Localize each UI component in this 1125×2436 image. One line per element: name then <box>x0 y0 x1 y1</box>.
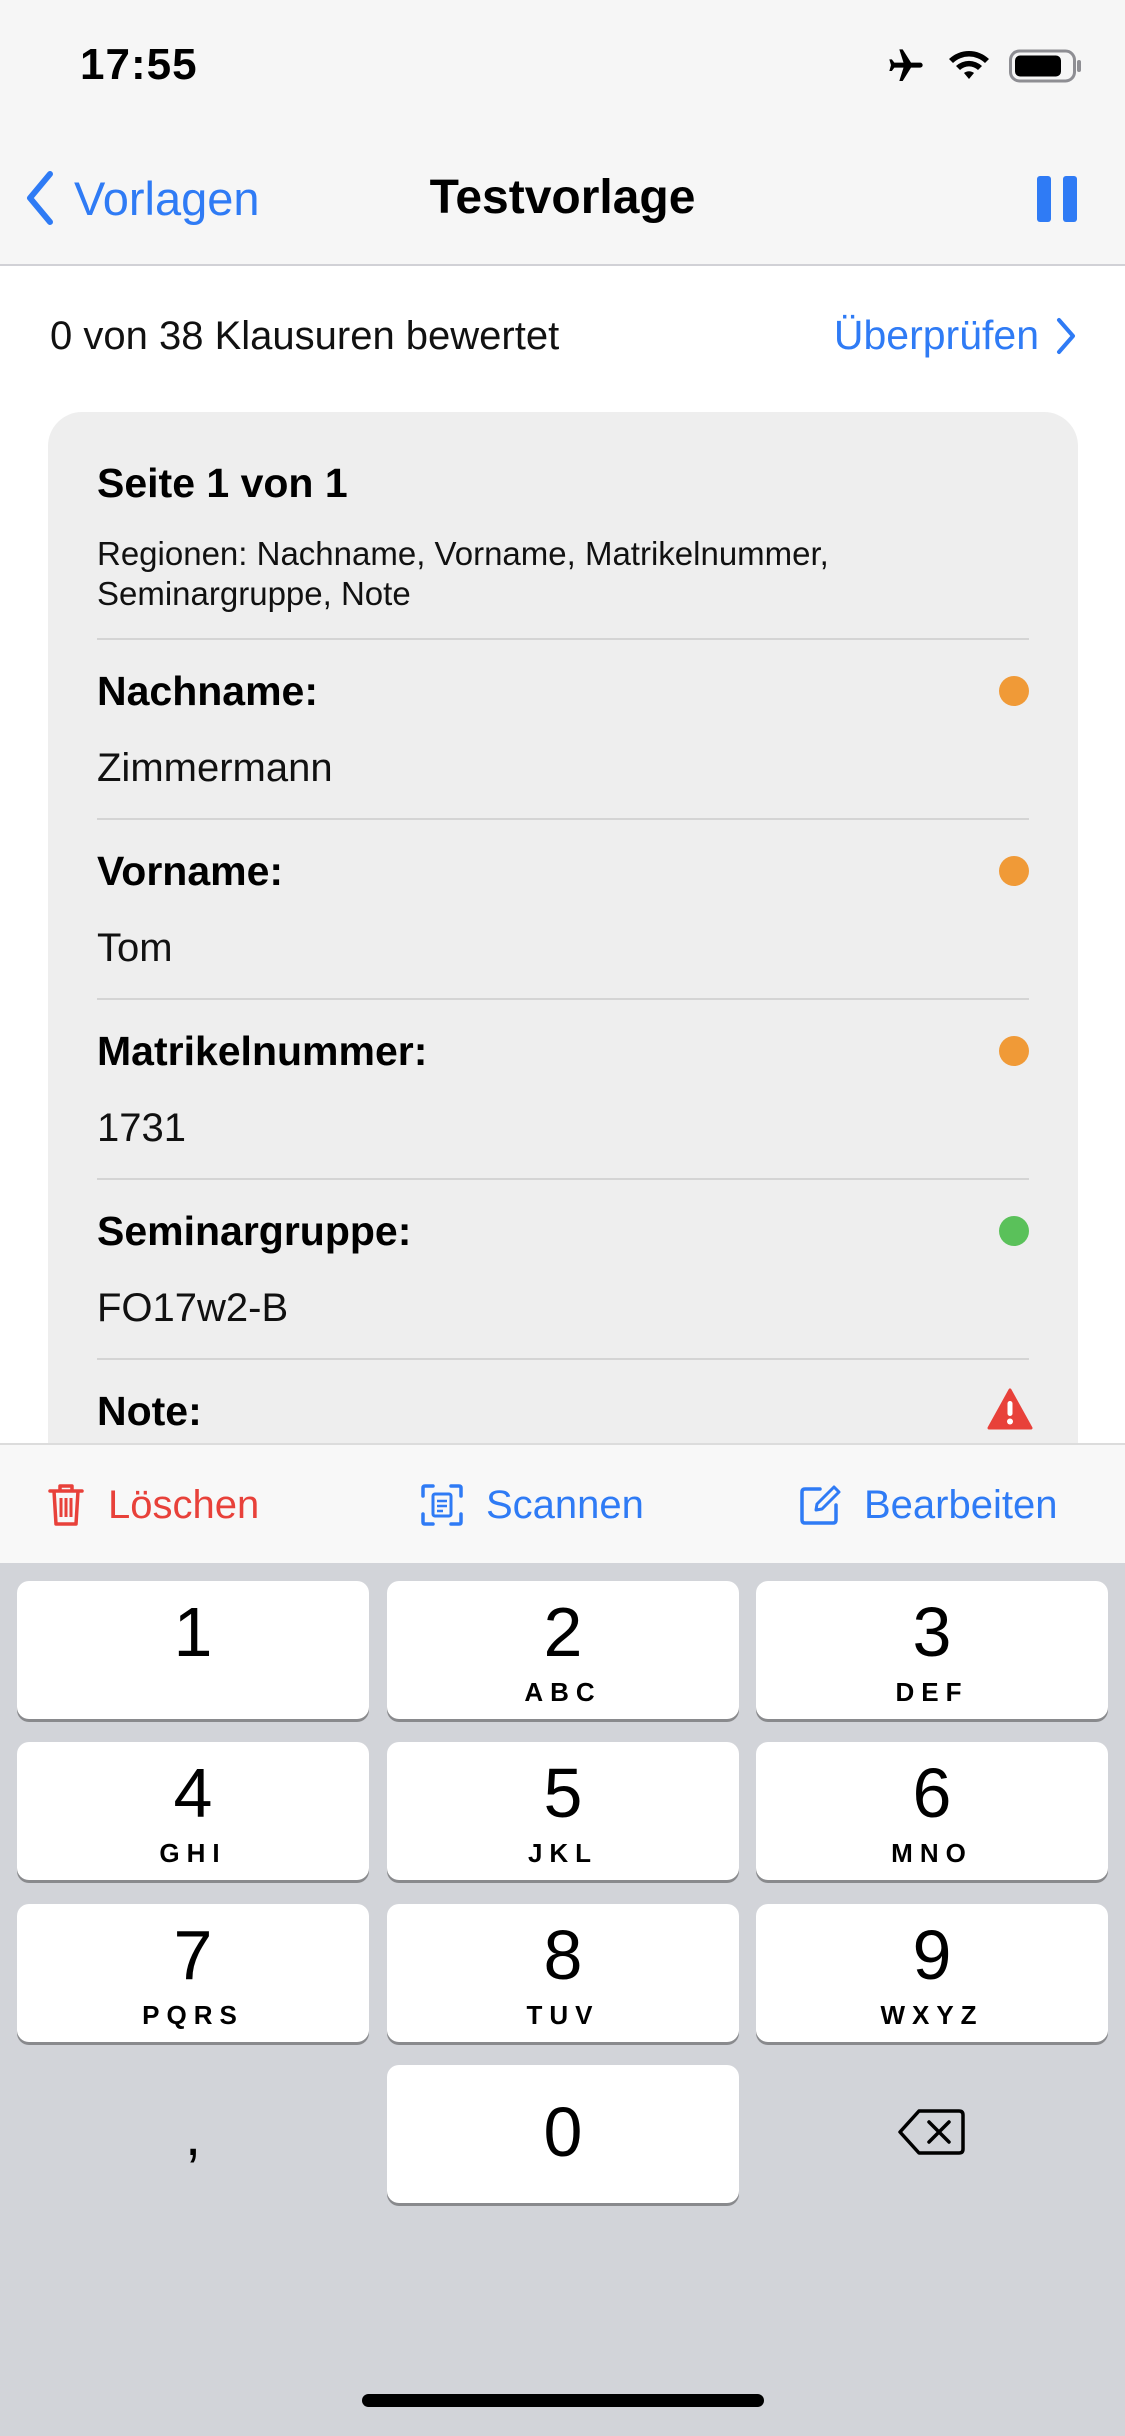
back-button[interactable]: Vorlagen <box>24 170 260 226</box>
field-label: Nachname: <box>97 668 319 714</box>
pause-icon <box>1037 176 1051 222</box>
review-label: Überprüfen <box>833 312 1039 358</box>
airplane-icon <box>889 49 923 81</box>
edit-icon <box>800 1485 841 1525</box>
field-value: Zimmermann <box>97 746 333 790</box>
key-6[interactable]: 6 MNO <box>756 1742 1108 1880</box>
field-seminargruppe[interactable]: Seminargruppe: FO17w2-B <box>97 1178 1029 1358</box>
status-dot-icon <box>999 676 1029 706</box>
page-card: Seite 1 von 1 Regionen: Nachname, Vornam… <box>48 412 1078 1512</box>
pause-button[interactable] <box>1037 176 1077 226</box>
scan-label: Scannen <box>486 1482 644 1527</box>
field-label: Matrikelnummer: <box>97 1028 428 1074</box>
action-toolbar: Löschen Scannen Bearbeiten <box>0 1443 1125 1563</box>
battery-icon <box>1009 49 1081 83</box>
status-time: 17:55 <box>80 40 198 89</box>
warning-icon <box>987 1388 1033 1430</box>
card-title: Seite 1 von 1 <box>97 460 348 506</box>
field-label: Vorname: <box>97 848 284 894</box>
field-value: Tom <box>97 926 173 970</box>
edit-label: Bearbeiten <box>864 1482 1058 1527</box>
delete-button[interactable]: Löschen <box>46 1445 259 1565</box>
chevron-right-icon <box>1057 317 1075 354</box>
key-3[interactable]: 3 DEF <box>756 1581 1108 1719</box>
edit-button[interactable]: Bearbeiten <box>798 1445 1057 1565</box>
status-dot-icon <box>999 856 1029 886</box>
scan-button[interactable]: Scannen <box>420 1445 644 1565</box>
trash-icon <box>48 1484 84 1526</box>
regions-text: Regionen: Nachname, Vorname, Matrikelnum… <box>97 535 829 612</box>
delete-label: Löschen <box>108 1482 260 1527</box>
key-1[interactable]: 1 <box>17 1581 369 1719</box>
key-8[interactable]: 8 TUV <box>387 1904 739 2042</box>
status-bar: 17:55 <box>0 0 1125 140</box>
number-keypad: 1 2 ABC 3 DEF 4 GHI 5 JKL 6 MNO 7 PQRS 8… <box>0 1563 1125 2436</box>
key-4[interactable]: 4 GHI <box>17 1742 369 1880</box>
status-icons <box>883 46 1083 86</box>
key-2[interactable]: 2 ABC <box>387 1581 739 1719</box>
navigation-bar: Vorlagen Testvorlage <box>0 140 1125 266</box>
backspace-key[interactable] <box>756 2065 1108 2203</box>
wifi-icon <box>949 51 989 79</box>
field-vorname[interactable]: Vorname: Tom <box>97 818 1029 998</box>
backspace-icon <box>898 2109 965 2155</box>
review-button[interactable]: Überprüfen <box>834 312 1077 359</box>
back-label: Vorlagen <box>74 171 260 225</box>
key-0[interactable]: 0 <box>387 2065 739 2203</box>
key-9[interactable]: 9 WXYZ <box>756 1904 1108 2042</box>
progress-row: 0 von 38 Klausuren bewertet Überprüfen <box>0 266 1125 411</box>
chevron-left-icon <box>27 171 53 225</box>
status-dot-icon <box>999 1036 1029 1066</box>
field-value: 1731 <box>97 1106 186 1150</box>
status-dot-icon <box>999 1216 1029 1246</box>
home-indicator <box>362 2394 764 2407</box>
key-5[interactable]: 5 JKL <box>387 1742 739 1880</box>
field-value: FO17w2-B <box>97 1286 289 1330</box>
graded-count: 0 von 38 Klausuren bewertet <box>50 314 560 358</box>
field-nachname[interactable]: Nachname: Zimmermann <box>97 638 1029 818</box>
field-label: Note: <box>97 1388 202 1434</box>
key-comma[interactable]: , <box>17 2065 369 2203</box>
scan-document-icon <box>421 1484 463 1526</box>
key-7[interactable]: 7 PQRS <box>17 1904 369 2042</box>
field-matrikelnummer[interactable]: Matrikelnummer: 1731 <box>97 998 1029 1178</box>
field-label: Seminargruppe: <box>97 1208 412 1254</box>
